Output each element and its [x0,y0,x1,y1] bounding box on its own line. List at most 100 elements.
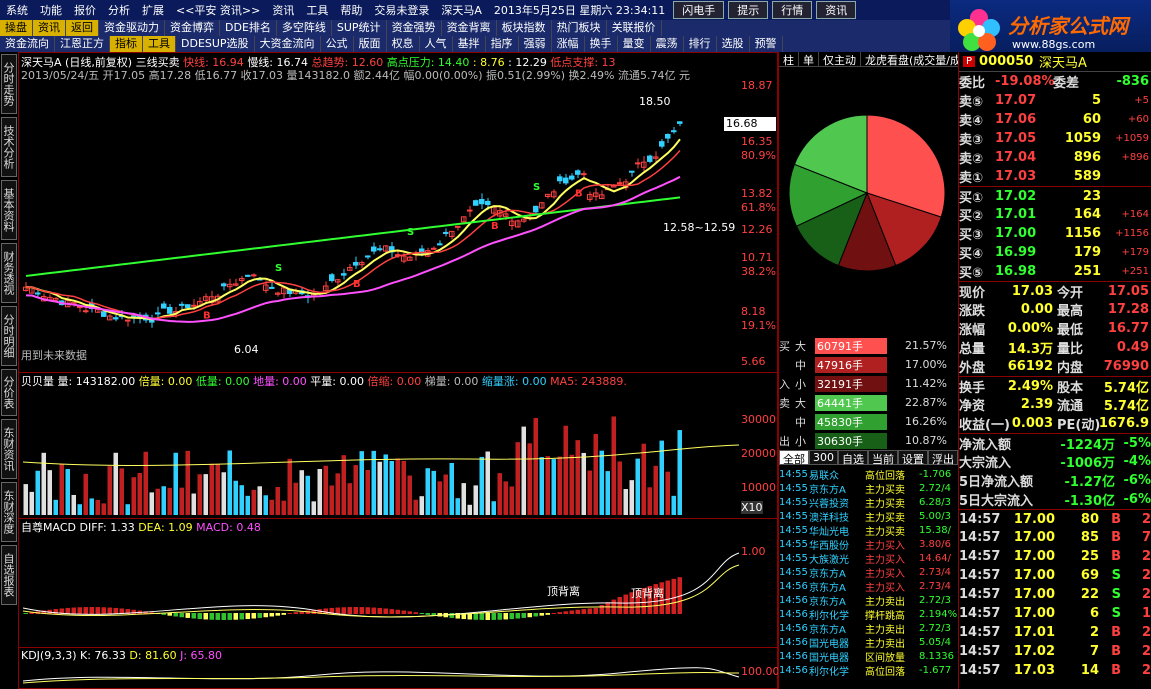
menu-item[interactable]: 报价 [68,2,102,18]
toolbar-button[interactable]: 操盘 [0,20,33,36]
menu-item[interactable]: 闪电手 [673,1,725,19]
list-item[interactable]: 14:56 利尔化学 撑杆跳高 2.194% [779,607,959,622]
toolbar-button[interactable]: 大资金流向 [255,36,321,52]
flow-tab[interactable]: 仅主动 [819,52,861,67]
toolbar-button[interactable]: 版面 [354,36,387,52]
menu-item[interactable]: <<平安 资讯>> [170,2,266,18]
menu-item[interactable]: 功能 [34,2,68,18]
toolbar-button[interactable]: SUP统计 [332,20,387,36]
menu-item[interactable]: 分析 [102,2,136,18]
list-item[interactable]: 14:55 易联众 高位回落 -1.706 [779,467,959,482]
menu-item[interactable]: 交易未登录 [368,2,435,18]
price-axis-label: 38.2% [741,265,776,278]
list-item[interactable]: 14:56 京东方A 主力卖出 2.72/3 [779,593,959,608]
toolbar-button[interactable]: 资金流向 [0,36,55,52]
menu-item[interactable]: 行情 [772,1,813,19]
volume-bar [275,486,280,515]
list-item[interactable]: 14:56 京东方A 主力卖出 2.72/3 [779,621,959,636]
flow-row: 中 47916手 17.00% [795,356,947,373]
list-item[interactable]: 14:55 大族激光 主力买入 14.64/ [779,551,959,566]
vertical-tab[interactable]: 分价表 [1,369,17,416]
toolbar-button[interactable]: 震荡 [651,36,684,52]
toolbar-button[interactable]: 资金博弈 [165,20,220,36]
volume-bar [203,474,208,515]
list-tab[interactable]: 自选 [838,450,868,466]
toolbar-button[interactable]: 指标 [110,36,143,52]
list-item[interactable]: 14:55 京东方A 主力买卖 2.72/4 [779,481,959,496]
vertical-tab[interactable]: 分时明细 [1,306,17,366]
toolbar-button[interactable]: 资金背离 [442,20,497,36]
list-item[interactable]: 14:56 利尔化学 高位回落 -1.677 [779,663,959,678]
toolbar-button[interactable]: 涨幅 [552,36,585,52]
toolbar-button[interactable]: 工具 [143,36,176,52]
toolbar-button[interactable]: 基拌 [453,36,486,52]
peak-label: 18.50 [639,95,671,108]
flow-tab[interactable]: 龙虎看盘(成交量/成 [861,52,966,67]
menu-item[interactable]: 深天马A [435,2,488,18]
list-item[interactable]: 14:56 国光电器 区间放量 8.1336 [779,649,959,664]
quote-row: 换手 2.49% 股本 5.74亿 [959,376,1151,396]
vertical-tab[interactable]: 财务透视 [1,243,17,303]
list-item[interactable]: 14:56 国光电器 主力卖出 5.05/4 [779,635,959,650]
menu-item[interactable]: 2013年5月25日 星期六 23:34:11 [488,2,671,18]
vertical-tab[interactable]: 基本资料 [1,180,17,240]
menu-item[interactable]: 提示 [728,1,769,19]
toolbar-button[interactable]: 人气 [420,36,453,52]
macd-bar [239,613,244,620]
list-tab[interactable]: 300 [809,450,838,465]
menu-item[interactable]: 系统 [0,2,34,18]
list-tab[interactable]: 全部 [779,450,809,466]
toolbar-button[interactable]: 关联报价 [607,20,662,36]
menu-item[interactable]: 工具 [300,2,334,18]
list-item[interactable]: 14:55 京东方A 主力买入 2.73/4 [779,565,959,580]
toolbar-button[interactable]: 权息 [387,36,420,52]
toolbar-button[interactable]: 资金强势 [387,20,442,36]
toolbar-button[interactable]: DDESUP选股 [176,36,255,52]
flow-tab[interactable]: 单 [799,52,819,67]
toolbar-button[interactable]: 热门板块 [552,20,607,36]
list-item[interactable]: 14:56 京东方A 主力买入 2.73/4 [779,579,959,594]
kdj-chart[interactable] [19,663,741,689]
vertical-tab[interactable]: 技术分析 [1,117,17,177]
list-item[interactable]: 14:55 华灿光电 主力买卖 15.38/ [779,523,959,538]
toolbar-button[interactable]: 选股 [717,36,750,52]
flow-tabs: 柱单仅主动 龙虎看盘(成交量/成 [779,52,966,67]
future-data-note: 用到未来数据 [21,349,87,362]
list-item[interactable]: 14:55 兴蓉投资 主力买卖 6.28/3 [779,495,959,510]
vertical-tab[interactable]: 东财资讯 [1,419,17,479]
menu-item[interactable]: 帮助 [334,2,368,18]
toolbar-button[interactable]: 资金驱动力 [99,20,165,36]
toolbar-button[interactable]: 强弱 [519,36,552,52]
list-item[interactable]: 14:55 澳洋科技 主力买卖 5.00/3 [779,509,959,524]
toolbar-button[interactable]: 板块指数 [497,20,552,36]
list-tab[interactable]: 设置 [898,450,928,466]
flow-tab[interactable]: 柱 [779,52,799,67]
candle [245,274,251,277]
toolbar-button[interactable]: 多空阵线 [277,20,332,36]
volume-bar [365,469,370,515]
toolbar-button[interactable]: 指序 [486,36,519,52]
volume-chart[interactable] [19,387,741,517]
toolbar-button[interactable]: 江恩正方 [55,36,110,52]
candle [185,304,191,308]
toolbar-button[interactable]: 排行 [684,36,717,52]
toolbar-button[interactable]: 公式 [321,36,354,52]
toolbar-button[interactable]: DDE排名 [220,20,277,36]
list-tab[interactable]: 当前 [868,450,898,466]
menu-item[interactable]: 资讯 [266,2,300,18]
menu-item[interactable]: 扩展 [136,2,170,18]
chart-area[interactable]: 深天马A (日线,前复权) 三线买卖 快线: 16.94 慢线: 16.74 总… [18,52,780,689]
toolbar-button[interactable]: 返回 [66,20,99,36]
vertical-tab[interactable]: 东财深度 [1,482,17,542]
vertical-tab[interactable]: 自选报表 [1,545,17,605]
list-item[interactable]: 14:55 华西股份 主力买入 3.80/6 [779,537,959,552]
list-tab[interactable]: 浮出 [928,450,958,466]
toolbar-button[interactable]: 换手 [585,36,618,52]
toolbar-button[interactable]: 预警 [750,36,783,52]
price-axis-label: 5.66 [741,355,766,368]
menu-item[interactable]: 资讯 [816,1,857,19]
toolbar-button[interactable]: 资讯 [33,20,66,36]
candlestick-chart[interactable]: B S B S B S B [19,79,741,371]
toolbar-button[interactable]: 量变 [618,36,651,52]
vertical-tab[interactable]: 分时走势 [1,54,17,114]
